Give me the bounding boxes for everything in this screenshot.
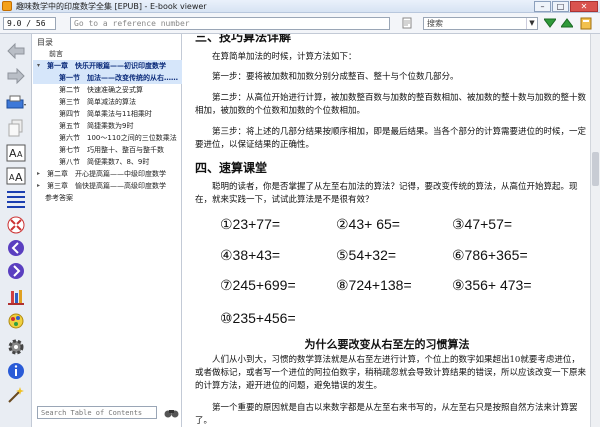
toc-item-chapter-3[interactable]: ▸ 第三章 愉快提高篇——高级印度数学 [33, 180, 182, 192]
window-title: 趣味数学中的印度数学全集 [EPUB] - E-book viewer [16, 2, 207, 11]
subsection-title: 为什么要改变从右至左的习惯算法 [304, 338, 470, 351]
action-sidebar: AA AA [0, 34, 32, 427]
search-combo-label: 搜索 [427, 19, 443, 28]
content-paragraph: 第一步：要将被加数和加数分别分成整百、整十与个位数几部分。 [212, 72, 459, 82]
font-size-larger-icon[interactable]: AA [5, 142, 27, 164]
bookmark-icon[interactable] [5, 286, 27, 308]
content-paragraph: 聪明的读者，你是否掌握了从左至右加法的算法？记得，要改变传统的算法，从高位开始算… [195, 182, 578, 205]
theme-icon[interactable] [5, 310, 27, 332]
content-paragraph: 人们从小到大，习惯的数学算法就是从右至左进行计算，个位上的数字如果超出10就要考… [195, 355, 587, 391]
forward-arrow-icon[interactable] [5, 65, 27, 87]
exercise-problem: ①23+77= [220, 216, 281, 232]
next-page-icon[interactable] [5, 260, 27, 282]
toc-item-preface[interactable]: 前言 [33, 48, 182, 60]
content-paragraph: 在算简单加法的时候，计算方法如下： [212, 52, 357, 62]
app-icon [2, 1, 12, 11]
maximize-button[interactable]: □ [552, 1, 569, 12]
toc-heading: 目录 [37, 38, 53, 47]
exercise-problem: ⑩235+456= [220, 310, 296, 326]
svg-text:A: A [15, 171, 23, 184]
search-combo[interactable]: 搜索 ▼ [423, 17, 538, 30]
reference-input[interactable] [70, 17, 390, 30]
exercise-problem: ②43+ 65= [336, 216, 400, 232]
toc-list: 前言 ▾ 第一章 快乐开眼篇——初识印度数学 第一节 加法——改变传统的从右…… … [33, 48, 182, 204]
clear-reference-icon[interactable] [400, 16, 414, 30]
scrollbar-thumb[interactable] [592, 152, 599, 186]
toc-item-ch1-sec5[interactable]: 第五节 简捷乘数为9时 [33, 120, 182, 132]
exercise-problem: ④38+43= [220, 247, 281, 263]
toc-item-ch1-sec1[interactable]: 第一节 加法——改变传统的从右…… [33, 72, 182, 84]
chevron-down-icon[interactable]: ▾ [37, 60, 40, 72]
toc-item-ch1-sec4[interactable]: 第四节 简单乘法与11相乘时 [33, 108, 182, 120]
exercise-problem: ⑨356+ 473= [452, 277, 532, 293]
magic-wand-icon[interactable] [5, 384, 27, 406]
toc-item-ch1-sec7[interactable]: 第七节 巧用整十、整百与整千数 [33, 144, 182, 156]
font-size-smaller-icon[interactable]: AA [5, 165, 27, 187]
back-arrow-icon[interactable] [5, 40, 27, 62]
section-4-title: 四、速算课堂 [195, 161, 268, 175]
find-previous-icon[interactable] [560, 16, 574, 30]
page-position-field[interactable]: 9.0 / 56 [3, 17, 56, 30]
toc-panel: 目录 前言 ▾ 第一章 快乐开眼篇——初识印度数学 第一节 加法——改变传统的从右… [33, 34, 182, 427]
table-of-contents-icon[interactable] [5, 188, 27, 210]
binoculars-icon[interactable] [163, 406, 179, 419]
toc-item-chapter-1[interactable]: ▾ 第一章 快乐开眼篇——初识印度数学 [33, 60, 182, 72]
section-3-title: 三、技巧算法详解 [195, 34, 292, 44]
book-content: 三、技巧算法详解 在算简单加法的时候，计算方法如下： 第一步：要将被加数和加数分… [184, 34, 590, 427]
svg-text:A: A [9, 147, 17, 160]
toc-item-ch1-sec8[interactable]: 第八节 简便乘数7、8、9时 [33, 156, 182, 168]
exercise-problem: ⑦245+699= [220, 277, 296, 293]
content-paragraph: 第二步：从高位开始进行计算，被加数整百数与加数的整百数相加、被加数的整十数与加数… [195, 93, 587, 116]
close-button[interactable]: ✕ [570, 1, 598, 12]
chevron-right-icon[interactable]: ▸ [37, 180, 40, 192]
chevron-right-icon[interactable]: ▸ [37, 168, 40, 180]
exercise-problem: ③47+57= [452, 216, 513, 232]
exercise-problem: ⑤54+32= [336, 247, 397, 263]
toc-item-ch1-sec2[interactable]: 第二节 快速准确之妥式算 [33, 84, 182, 96]
content-paragraph: 第三步：将上述的几部分结果按顺序相加，即是最后结果。当各个部分的计算需要进位的时… [195, 127, 587, 150]
minimize-button[interactable]: – [534, 1, 551, 12]
top-toolbar: 9.0 / 56 搜索 ▼ [0, 13, 600, 34]
toc-item-answers[interactable]: 参考答案 [33, 192, 182, 204]
find-next-icon[interactable] [543, 16, 557, 30]
print-icon[interactable] [5, 92, 27, 114]
exercise-problem: ⑥786+365= [452, 247, 528, 263]
copy-icon[interactable] [5, 117, 27, 139]
info-icon[interactable] [5, 360, 27, 382]
book-icon[interactable] [579, 16, 593, 30]
toc-item-chapter-2[interactable]: ▸ 第二章 开心提高篇——中级印度数学 [33, 168, 182, 180]
toc-item-ch1-sec6[interactable]: 第六节 100～110之间的三位数乘法 [33, 132, 182, 144]
window-controls: – □ ✕ [534, 1, 598, 12]
fullscreen-icon[interactable] [5, 214, 27, 236]
content-paragraph: 第一个重要的原因就是自古以来数字都是从左至右来书写的，从左至右只是按照自然方法来… [195, 403, 578, 426]
gear-icon[interactable] [5, 336, 27, 358]
svg-text:A: A [17, 150, 23, 159]
chevron-down-icon[interactable]: ▼ [526, 18, 537, 29]
toc-item-ch1-sec3[interactable]: 第三节 简单减法的算法 [33, 96, 182, 108]
exercise-problem: ⑧724+138= [336, 277, 412, 293]
content-scrollbar[interactable] [590, 34, 600, 427]
toc-search-input[interactable] [37, 406, 157, 419]
previous-page-icon[interactable] [5, 237, 27, 259]
title-bar: 趣味数学中的印度数学全集 [EPUB] - E-book viewer – □ … [0, 0, 600, 13]
